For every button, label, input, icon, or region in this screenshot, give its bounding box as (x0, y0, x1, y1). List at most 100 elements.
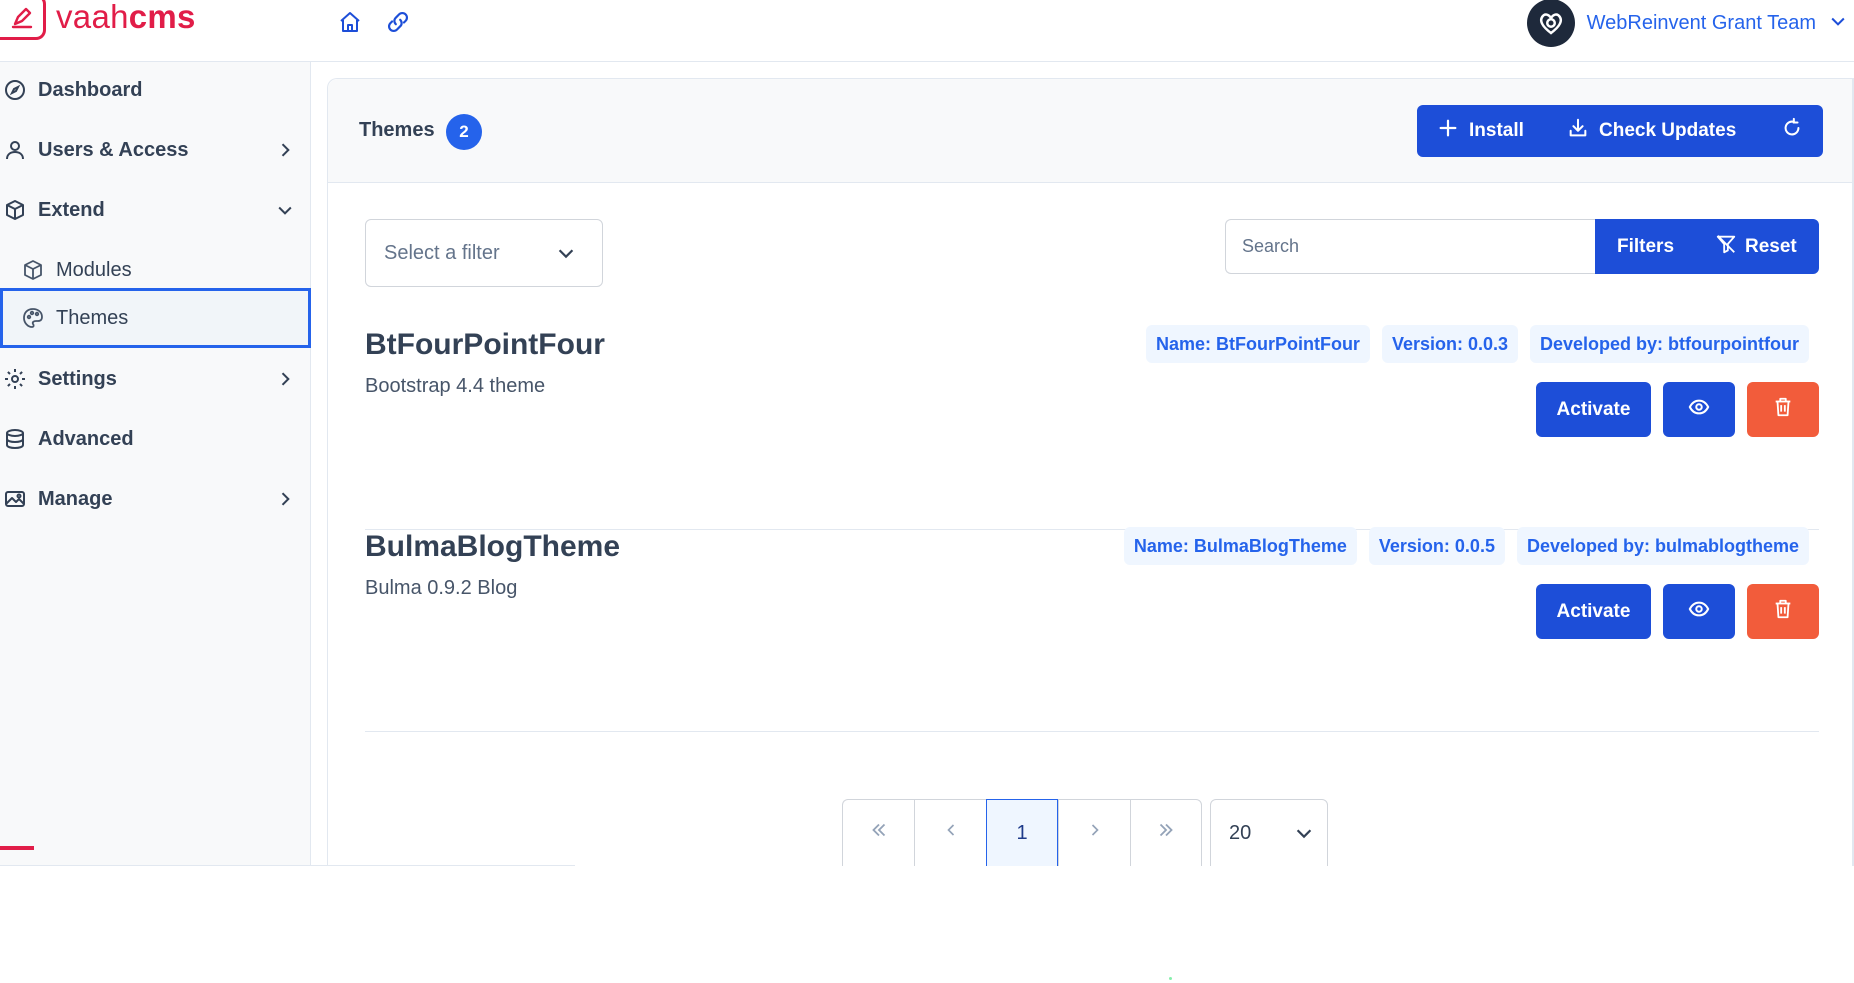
search-buttons: Filters Reset (1595, 219, 1819, 274)
sidebar-item-label: Users & Access (38, 138, 189, 161)
chevron-down-icon (1828, 11, 1848, 36)
box-icon (20, 257, 46, 283)
filters-label: Filters (1617, 235, 1675, 257)
trash-icon (1772, 396, 1794, 423)
tag-developer: Developed by: btfourpointfour (1530, 325, 1809, 363)
row-actions: Activate (1536, 584, 1819, 639)
sidebar-item-settings[interactable]: Settings (0, 351, 311, 407)
themes-card: Themes 2 Install Check Updates Select a … (327, 78, 1854, 867)
compass-icon (2, 77, 28, 103)
chevron-down-icon (530, 220, 602, 286)
user-icon (2, 137, 28, 163)
chevron-down-icon (273, 198, 297, 222)
tag-version: Version: 0.0.5 (1368, 527, 1505, 565)
chevron-right-icon (273, 367, 297, 391)
avatar (1526, 0, 1575, 47)
activate-button[interactable]: Activate (1536, 382, 1651, 437)
pagination: 1 (842, 799, 1202, 867)
sidebar-item-manage[interactable]: Manage (0, 471, 311, 527)
user-menu[interactable]: WebReinvent Grant Team (1526, 0, 1848, 47)
filters-button[interactable]: Filters (1595, 236, 1713, 258)
sidebar-item-extend[interactable]: Extend (0, 182, 311, 238)
header-actions: Install Check Updates (1417, 105, 1823, 157)
check-updates-button[interactable]: Check Updates (1557, 105, 1763, 157)
chevron-right-icon (273, 138, 297, 162)
download-icon (1567, 117, 1589, 145)
check-updates-label: Check Updates (1599, 120, 1737, 141)
filter-select[interactable]: Select a filter (365, 219, 603, 287)
row-actions: Activate (1536, 382, 1819, 437)
theme-tags: Name: BulmaBlogTheme Version: 0.0.5 Deve… (1123, 527, 1809, 565)
database-icon (2, 426, 28, 452)
sidebar-item-label: Advanced (38, 427, 134, 450)
first-page-button[interactable] (842, 799, 914, 867)
view-button[interactable] (1663, 584, 1735, 639)
chevron-down-icon (1281, 822, 1327, 844)
trash-icon (1772, 598, 1794, 625)
cog-icon (2, 366, 28, 392)
theme-tags: Name: BtFourPointFour Version: 0.0.3 Dev… (1145, 325, 1809, 363)
sidebar-item-label: Extend (38, 198, 105, 221)
sidebar-item-label: Dashboard (38, 78, 143, 101)
divider (0, 865, 575, 866)
last-page-button[interactable] (1130, 799, 1202, 867)
sidebar-item-advanced[interactable]: Advanced (0, 411, 311, 467)
sidebar-item-label: Themes (56, 306, 129, 329)
install-button[interactable]: Install (1417, 105, 1557, 157)
sidebar-item-label: Modules (56, 258, 132, 281)
tag-version: Version: 0.0.3 (1381, 325, 1519, 363)
plus-icon (1437, 117, 1459, 145)
sidebar-item-label: Settings (38, 367, 117, 390)
sidebar-item-themes[interactable]: Themes (0, 288, 311, 348)
search-input[interactable] (1225, 219, 1595, 274)
cursor-dot (1169, 977, 1172, 980)
page-button-current[interactable]: 1 (986, 799, 1058, 867)
blank-area (0, 866, 1854, 983)
delete-button[interactable] (1747, 584, 1819, 639)
install-label: Install (1469, 120, 1524, 141)
theme-name: BulmaBlogTheme (365, 530, 621, 563)
chevron-left-icon (941, 820, 961, 846)
top-bar: vaahcms WebReinvent Grant Team (0, 0, 1854, 62)
eye-icon (1688, 598, 1710, 625)
palette-icon (20, 305, 46, 331)
user-name: WebReinvent Grant Team (1586, 11, 1816, 34)
box-icon (2, 197, 28, 223)
view-button[interactable] (1663, 382, 1735, 437)
eye-icon (1688, 396, 1710, 423)
sidebar-item-users-access[interactable]: Users & Access (0, 122, 311, 178)
reset-button[interactable]: Reset (1713, 233, 1797, 261)
top-icon-group (336, 8, 412, 36)
theme-row: BulmaBlogTheme Bulma 0.9.2 Blog Name: Bu… (365, 527, 1819, 732)
card-header: Themes 2 Install Check Updates (328, 79, 1854, 183)
reset-label: Reset (1745, 235, 1797, 257)
per-page-select[interactable]: 20 (1210, 799, 1328, 867)
chevron-right-icon (1085, 820, 1105, 846)
sidebar-item-label: Manage (38, 487, 113, 510)
refresh-button[interactable] (1763, 105, 1821, 157)
sidebar-item-dashboard[interactable]: Dashboard (0, 62, 311, 118)
tag-name: Name: BtFourPointFour (1145, 325, 1370, 363)
logo-mark-icon (0, 0, 46, 40)
theme-row: BtFourPointFour Bootstrap 4.4 theme Name… (365, 325, 1819, 530)
refresh-icon (1781, 117, 1803, 145)
search-group: Filters Reset (1225, 219, 1819, 274)
double-chevron-right-icon (1155, 819, 1177, 847)
home-icon[interactable] (336, 8, 364, 36)
filter-select-placeholder: Select a filter (384, 241, 500, 264)
logo-text-bold: cms (128, 0, 196, 35)
link-icon[interactable] (384, 8, 412, 36)
logo[interactable]: vaahcms (0, 0, 196, 40)
prev-page-button[interactable] (914, 799, 986, 867)
count-badge: 2 (446, 114, 482, 150)
activate-button[interactable]: Activate (1536, 584, 1651, 639)
images-icon (2, 486, 28, 512)
chevron-right-icon (273, 487, 297, 511)
theme-description: Bootstrap 4.4 theme (365, 375, 546, 397)
delete-button[interactable] (1747, 382, 1819, 437)
next-page-button[interactable] (1058, 799, 1130, 867)
tag-name: Name: BulmaBlogTheme (1123, 527, 1357, 565)
logo-text-light: vaah (56, 0, 129, 35)
theme-description: Bulma 0.9.2 Blog (365, 577, 518, 599)
tag-developer: Developed by: bulmablogtheme (1516, 527, 1809, 565)
